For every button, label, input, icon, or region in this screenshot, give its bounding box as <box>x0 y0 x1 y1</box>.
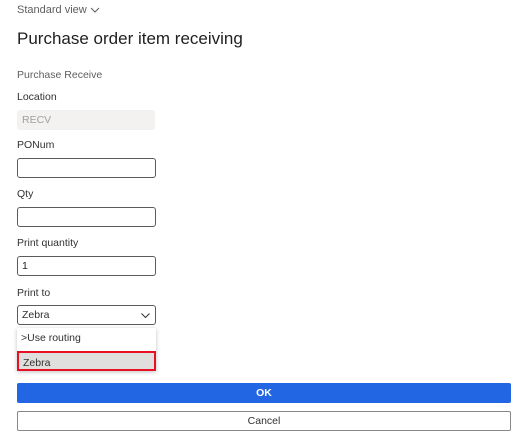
print-to-label: Print to <box>17 287 51 299</box>
print-to-dropdown: >Use routing Zebra <box>17 328 156 371</box>
cancel-button[interactable]: Cancel <box>17 411 511 431</box>
print-to-select[interactable]: Zebra <box>17 305 156 325</box>
print-quantity-input[interactable]: 1 <box>17 256 156 276</box>
section-label: Purchase Receive <box>17 69 103 81</box>
location-field: RECV <box>17 110 155 130</box>
qty-label: Qty <box>17 188 34 200</box>
print-quantity-label: Print quantity <box>17 237 79 249</box>
chevron-down-icon <box>141 312 150 318</box>
dropdown-option-use-routing[interactable]: >Use routing <box>17 328 156 348</box>
ponum-input[interactable] <box>17 158 156 178</box>
page-title: Purchase order item receiving <box>17 29 243 48</box>
view-selector[interactable]: Standard view <box>17 4 100 16</box>
print-to-selected-value: Zebra <box>22 309 50 321</box>
ok-button[interactable]: OK <box>17 383 511 403</box>
dropdown-option-zebra[interactable]: Zebra <box>17 351 156 371</box>
view-selector-label: Standard view <box>17 4 87 16</box>
qty-input[interactable] <box>17 207 156 227</box>
chevron-down-icon <box>90 7 100 13</box>
location-label: Location <box>17 91 57 103</box>
ponum-label: PONum <box>17 139 55 151</box>
